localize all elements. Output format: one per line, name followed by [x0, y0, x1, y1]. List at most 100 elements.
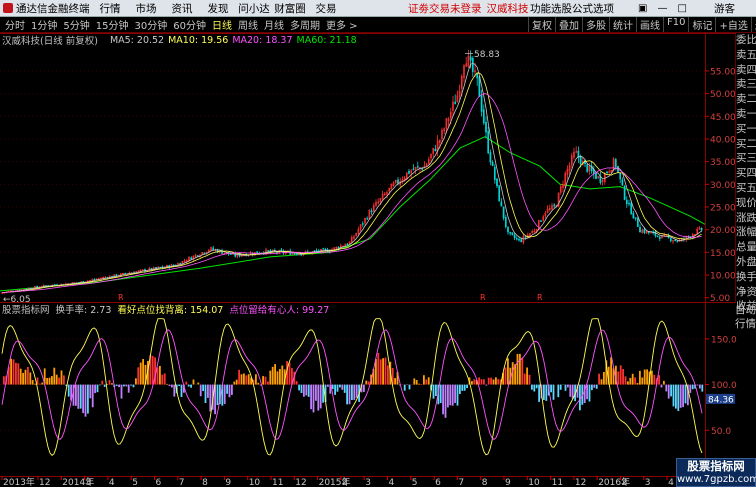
indicator-bar — [123, 384, 125, 387]
indicator-bar — [627, 381, 629, 385]
candle-body — [370, 210, 373, 213]
turnover-value: 换手率: 2.73 — [55, 305, 112, 316]
candle-body — [623, 185, 626, 200]
indicator-bar — [384, 357, 387, 385]
indicator-bar — [173, 384, 176, 397]
indicator-bar — [651, 370, 653, 385]
indicator-bar — [463, 384, 466, 391]
indicator-bar — [288, 362, 291, 385]
indicator-bar — [216, 384, 219, 405]
indicator-bar — [675, 384, 677, 409]
side-item-sell5: 卖五 — [736, 48, 756, 61]
indicator-bar — [240, 374, 243, 385]
indicator-bar — [142, 359, 144, 385]
candle-body — [397, 179, 399, 184]
indicator-bar — [228, 384, 231, 398]
candle-body — [408, 170, 410, 174]
indicator-bar — [617, 371, 620, 385]
rights-marker: R — [480, 293, 486, 302]
indicator-bar — [209, 384, 212, 412]
stock-title[interactable]: 汉威科技(日线 前复权) — [2, 33, 98, 47]
candle-body — [518, 239, 520, 241]
side-item-quotes[interactable]: 行情 — [735, 317, 756, 331]
candle-body — [625, 199, 628, 205]
indicator-bar — [622, 369, 624, 385]
indicator-tick-label: 100.0 — [711, 381, 737, 391]
indicator-bar — [231, 384, 233, 395]
indicator-bar — [226, 384, 228, 394]
indicator-bar — [595, 384, 598, 389]
candle-body — [361, 223, 364, 225]
indicator-bar — [435, 384, 437, 397]
indicator-bar — [367, 381, 370, 385]
indicator-bar — [343, 384, 346, 393]
indicator-bar — [118, 384, 120, 388]
indicator-bar — [274, 364, 276, 385]
indicator-bar — [454, 384, 456, 403]
indicator-bar — [341, 384, 344, 390]
indicator-name[interactable]: 股票指标网 — [2, 302, 50, 316]
indicator-bar — [163, 373, 166, 385]
candle-body — [366, 218, 369, 220]
indicator-bar — [12, 359, 15, 385]
date-tick-label: 7 — [179, 478, 185, 487]
date-tick-label: 12 — [575, 478, 586, 487]
candle-body — [513, 234, 516, 239]
indicator-bar — [233, 381, 236, 385]
ma10-value: MA10: 19.56 — [168, 34, 229, 46]
side-item-sell3: 卖三 — [736, 78, 756, 91]
indicator-bar — [643, 369, 646, 385]
date-tick-label: 2 — [622, 478, 628, 487]
indicator-bar — [34, 383, 36, 385]
price-tick-label: 25.00 — [710, 204, 736, 214]
indicator-bar — [504, 367, 507, 385]
candle-body — [491, 161, 494, 166]
side-item-auto[interactable]: 自动 — [735, 303, 756, 317]
indicator-bar — [132, 384, 135, 388]
watermark-url: www.7gpzb.com — [677, 474, 756, 485]
price-tick-label: 20.00 — [710, 226, 736, 236]
ma20-value: MA20: 18.37 — [232, 34, 293, 46]
indicator-bar — [418, 383, 420, 385]
indicator-bar — [495, 377, 497, 385]
candle-body — [553, 204, 556, 207]
indicator-bar — [610, 357, 612, 385]
candle-body — [658, 236, 661, 239]
candle-body — [606, 171, 608, 174]
side-item-volume: 总量 — [736, 241, 756, 254]
indicator-bar — [569, 384, 572, 397]
side-item-buy2: 买二 — [736, 137, 756, 150]
candle-body — [636, 218, 639, 227]
indicator-bar — [487, 377, 490, 385]
indicator-bar — [298, 384, 300, 391]
indicator-bar — [586, 384, 588, 400]
candle-body — [416, 166, 419, 168]
side-item-change-pct: 涨幅 — [736, 226, 756, 239]
indicator-bar — [235, 379, 238, 385]
indicator-bar — [60, 370, 63, 385]
indicator-bar — [161, 374, 164, 385]
indicator-bar — [96, 384, 99, 393]
indicator-bar — [598, 373, 600, 385]
price-tick-label: 5.00 — [710, 294, 730, 304]
auto-quote-panel: 自动 行情 — [735, 303, 756, 331]
indicator-bar — [444, 384, 447, 418]
indicator-tick-label: 150.0 — [711, 335, 737, 345]
candle-body — [621, 179, 624, 186]
chart-canvas[interactable]: 58.83←6.05 R R R 5.0010.0015.0020.0025.0030… — [0, 0, 756, 487]
indicator-bar — [449, 384, 452, 406]
indicator-bar — [312, 384, 315, 413]
side-item-buy4: 买四 — [736, 167, 756, 180]
candle-body — [524, 236, 527, 238]
indicator-bar — [178, 384, 180, 386]
indicator-bar — [27, 367, 29, 385]
indicator-bar — [238, 369, 240, 385]
indicator-bar — [636, 383, 639, 385]
candle-body — [639, 227, 641, 233]
indicator-bar — [255, 374, 257, 385]
indicator-bar — [466, 384, 468, 389]
indicator-bar — [394, 378, 396, 385]
candle-body — [632, 213, 635, 219]
indicator-bar — [31, 380, 34, 385]
indicator-bar — [663, 380, 665, 385]
